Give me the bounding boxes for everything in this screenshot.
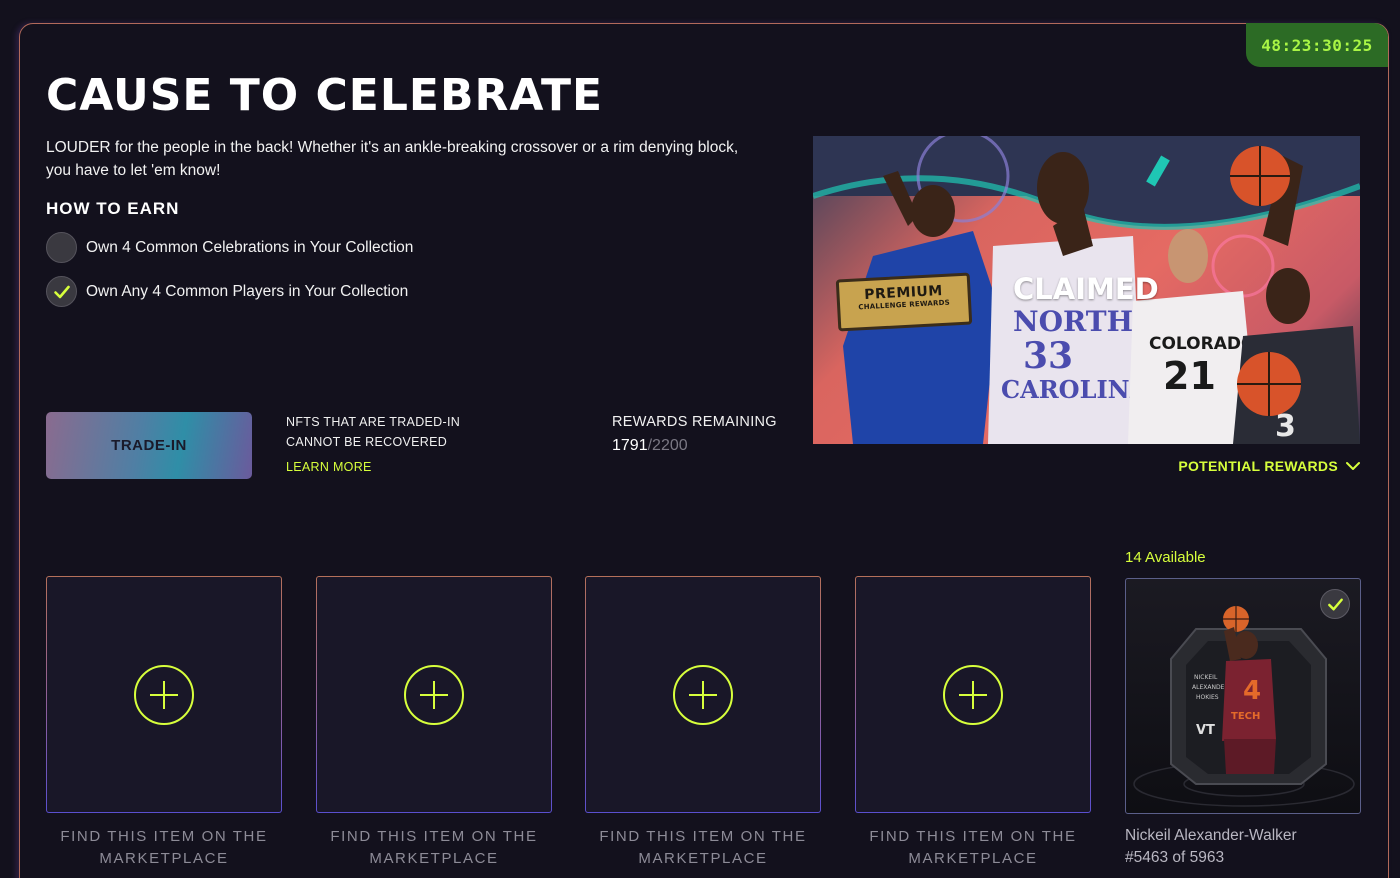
rewards-remaining-value: 1791/2200 (612, 437, 688, 455)
requirement-celebrations: Own 4 Common Celebrations in Your Collec… (46, 232, 413, 263)
slot-caption[interactable]: FIND THIS ITEM ON THE MARKETPLACE (585, 826, 821, 870)
caption-line: FIND THIS ITEM ON THE (869, 828, 1077, 845)
caption-line: FIND THIS ITEM ON THE (599, 828, 807, 845)
challenge-description: LOUDER for the people in the back! Wheth… (46, 139, 739, 179)
add-circle-icon (673, 664, 733, 725)
warning-line: NFTS THAT ARE TRADED-IN (286, 415, 461, 429)
svg-text:ALEXANDER: ALEXANDER (1192, 684, 1229, 691)
rewards-total: /2200 (647, 437, 688, 454)
svg-text:TECH: TECH (1231, 711, 1260, 722)
svg-text:COLORADO: COLORADO (1149, 334, 1255, 354)
caption-line: FIND THIS ITEM ON THE (60, 828, 268, 845)
trade-in-warning: NFTS THAT ARE TRADED-IN CANNOT BE RECOVE… (286, 412, 460, 452)
owned-moment-card[interactable]: NICKEIL ALEXANDER HOKIES VT 4 TECH (1125, 578, 1361, 814)
svg-text:33: 33 (1023, 335, 1073, 377)
svg-text:HOKIES: HOKIES (1196, 694, 1219, 701)
caption-line: MARKETPLACE (638, 850, 768, 867)
slot-caption[interactable]: FIND THIS ITEM ON THE MARKETPLACE (855, 826, 1091, 870)
empty-item-slot[interactable] (585, 576, 821, 813)
rewards-remaining-label: REWARDS REMAINING (612, 414, 777, 430)
moment-serial: #5463 of 5963 (1125, 849, 1225, 866)
svg-text:NORTH: NORTH (1013, 305, 1133, 338)
svg-text:CAROLINA: CAROLINA (1001, 375, 1149, 404)
potential-rewards-toggle[interactable]: POTENTIAL REWARDS (1178, 458, 1360, 474)
unchecked-circle-icon (46, 232, 77, 263)
page-title: CAUSE TO CELEBRATE (46, 70, 604, 121)
warning-line: CANNOT BE RECOVERED (286, 435, 448, 449)
requirement-players: Own Any 4 Common Players in Your Collect… (46, 276, 408, 307)
add-circle-icon (943, 664, 1003, 725)
svg-text:VT: VT (1196, 723, 1215, 738)
add-circle-icon (134, 664, 194, 725)
claimed-label: CLAIMED (1013, 272, 1159, 306)
svg-text:NICKEIL: NICKEIL (1194, 674, 1218, 681)
checkmark-icon (46, 276, 77, 307)
trade-in-button[interactable]: TRADE-IN (46, 412, 252, 479)
empty-item-slot[interactable] (855, 576, 1091, 813)
slot-caption[interactable]: FIND THIS ITEM ON THE MARKETPLACE (316, 826, 552, 870)
svg-text:21: 21 (1163, 354, 1216, 398)
empty-item-slot[interactable] (46, 576, 282, 813)
premium-rewards-badge: PREMIUM CHALLENGE REWARDS (835, 272, 973, 332)
learn-more-link[interactable]: LEARN MORE (286, 460, 372, 474)
chevron-down-icon (1346, 462, 1360, 470)
available-count: 14 Available (1125, 549, 1206, 566)
checkmark-icon (1320, 589, 1350, 619)
potential-rewards-label: POTENTIAL REWARDS (1178, 458, 1338, 474)
challenge-panel: 48:23:30:25 CAUSE TO CELEBRATE LOUDER fo… (19, 23, 1389, 878)
rewards-remaining-count: 1791 (612, 437, 648, 454)
add-circle-icon (404, 664, 464, 725)
slot-caption[interactable]: FIND THIS ITEM ON THE MARKETPLACE (46, 826, 282, 870)
requirement-label: Own 4 Common Celebrations in Your Collec… (86, 238, 414, 256)
how-to-earn-heading: HOW TO EARN (46, 199, 180, 218)
player-name: Nickeil Alexander-Walker (1125, 827, 1297, 844)
caption-line: FIND THIS ITEM ON THE (330, 828, 538, 845)
svg-text:4: 4 (1243, 676, 1261, 706)
caption-line: MARKETPLACE (99, 850, 229, 867)
requirement-label: Own Any 4 Common Players in Your Collect… (86, 282, 409, 300)
empty-item-slot[interactable] (316, 576, 552, 813)
countdown-timer: 48:23:30:25 (1246, 23, 1388, 67)
challenge-hero-image: NORTH 33 CAROLINA COLORADO 21 3 PREMIUM … (813, 136, 1360, 444)
caption-line: MARKETPLACE (369, 850, 499, 867)
caption-line: MARKETPLACE (908, 850, 1038, 867)
